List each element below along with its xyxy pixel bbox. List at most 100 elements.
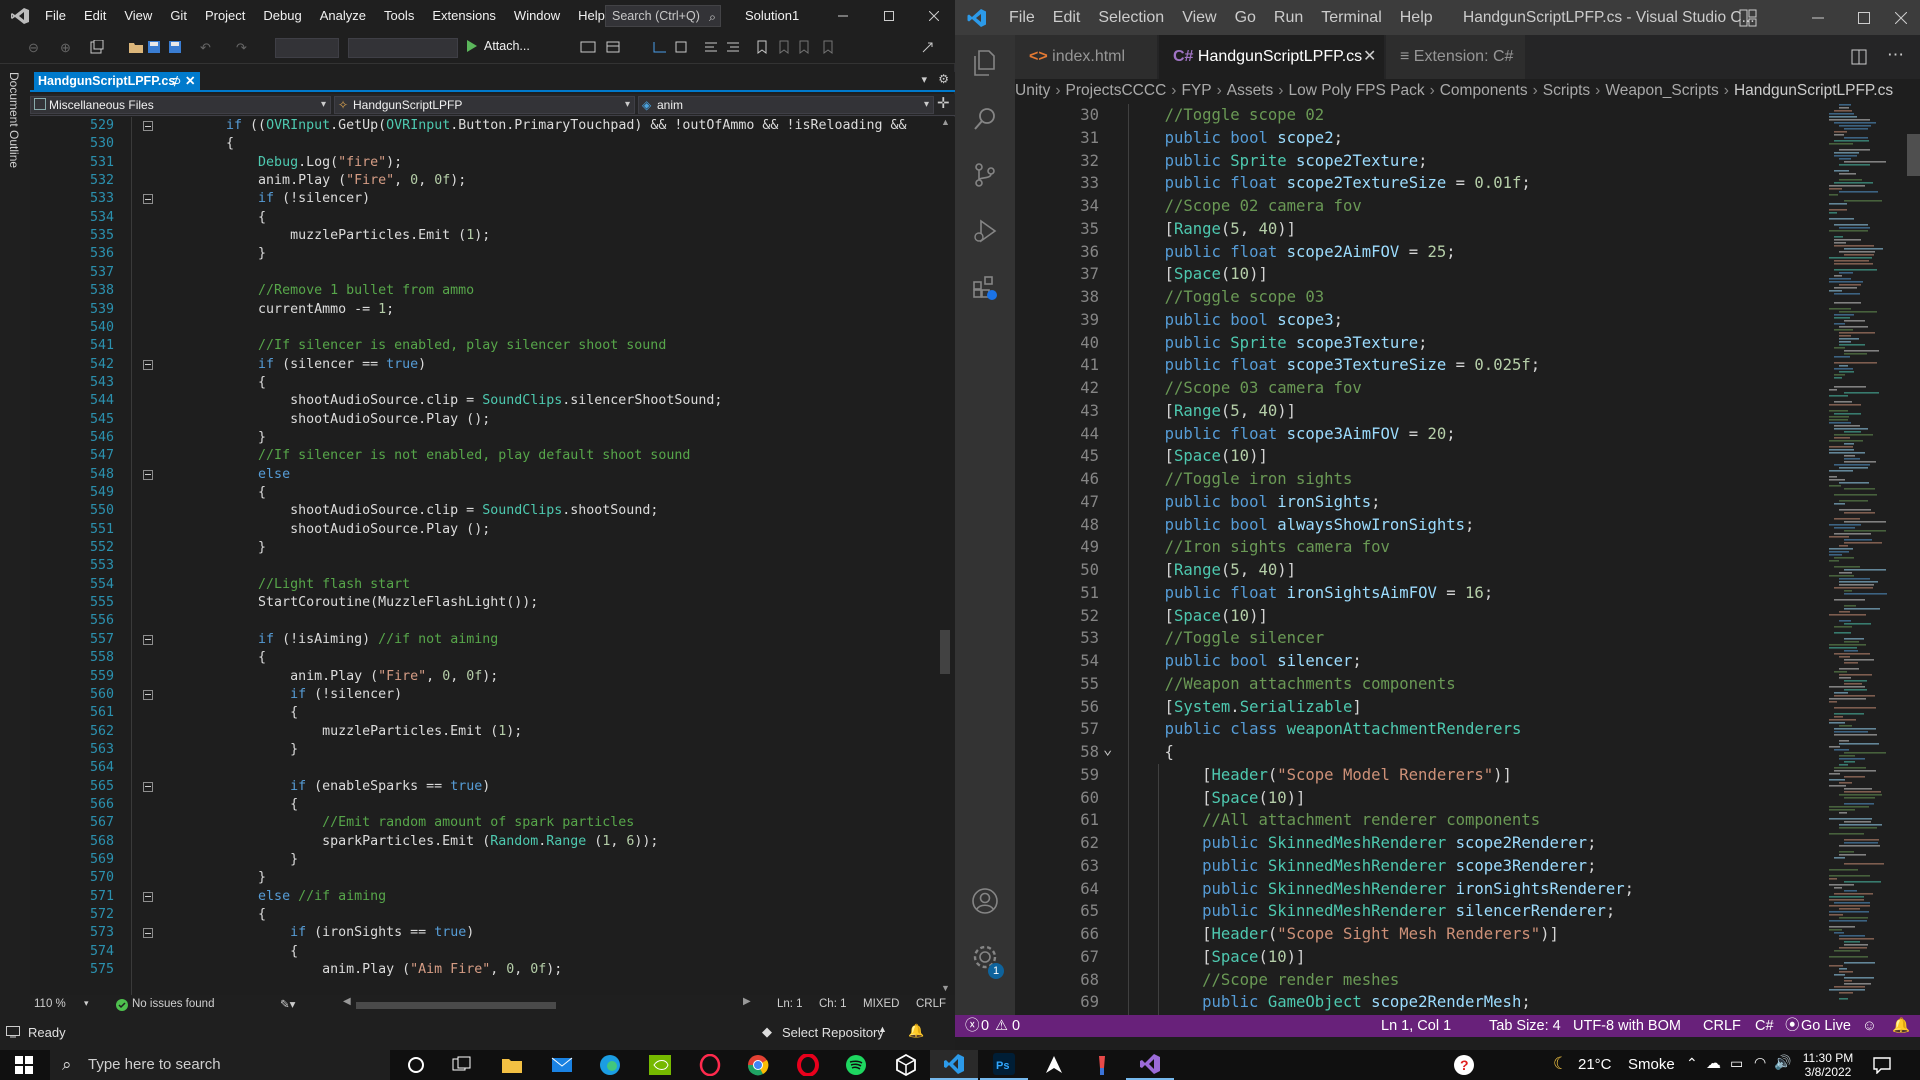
bookmark-toggle-icon[interactable] <box>674 40 688 54</box>
split-editor-icon[interactable] <box>1851 49 1867 65</box>
tab-handgunscript[interactable]: HandgunScriptLPFP.cs ⊅ ✕ <box>34 72 200 91</box>
breadcrumb-item[interactable]: FYP <box>1181 82 1211 99</box>
undo-icon[interactable]: ↶ <box>200 40 211 56</box>
next-bookmark-icon[interactable] <box>798 40 810 54</box>
wifi-icon[interactable]: ◠ <box>1754 1054 1766 1071</box>
taskbar-search-box[interactable]: ⌕ Type here to search <box>50 1050 390 1080</box>
vscode-close-button[interactable] <box>1881 0 1920 36</box>
layout-icon[interactable] <box>606 40 622 54</box>
tab-dropdown-icon[interactable]: ▾ <box>921 73 927 86</box>
explorer-icon[interactable] <box>955 35 1015 91</box>
collapse-toggle-icon[interactable] <box>143 121 153 131</box>
pin-icon[interactable]: ⊅ <box>171 72 181 91</box>
menu-view[interactable]: View <box>1173 0 1225 36</box>
output-icon[interactable] <box>6 1026 20 1038</box>
chrome-icon[interactable] <box>734 1050 782 1080</box>
menu-git[interactable]: Git <box>161 0 196 32</box>
issues-status[interactable]: No issues found <box>132 998 214 1010</box>
type-dropdown[interactable]: ✧ HandgunScriptLPFP ▾ <box>334 96 635 114</box>
menu-go[interactable]: Go <box>1226 0 1265 36</box>
menu-view[interactable]: View <box>115 0 161 32</box>
source-control-icon[interactable] <box>955 147 1015 203</box>
breadcrumb-item[interactable]: Unity <box>1015 82 1050 99</box>
help-icon[interactable]: ? <box>1440 1050 1488 1080</box>
vscode-minimize-button[interactable] <box>1795 0 1841 36</box>
breadcrumb-item[interactable]: Components <box>1440 82 1528 99</box>
cortana-icon[interactable] <box>392 1050 440 1080</box>
menu-analyze[interactable]: Analyze <box>311 0 375 32</box>
vs-code-editor[interactable]: 529 if ((OVRInput.GetUp(OVRInput.Button.… <box>30 117 935 995</box>
menu-selection[interactable]: Selection <box>1089 0 1173 36</box>
search-icon[interactable] <box>955 91 1015 147</box>
cursor-position[interactable]: Ln 1, Col 1 <box>1381 1015 1451 1037</box>
platform-dropdown[interactable] <box>348 38 458 58</box>
mail-icon[interactable] <box>538 1050 586 1080</box>
menu-extensions[interactable]: Extensions <box>423 0 505 32</box>
project-dropdown[interactable]: Miscellaneous Files ▾ <box>30 96 331 114</box>
weather-condition[interactable]: Smoke <box>1628 1056 1675 1073</box>
zoom-level[interactable]: 110 % <box>34 998 66 1010</box>
maximize-button[interactable] <box>866 0 912 32</box>
line-indicator[interactable]: Ln: 1 <box>777 998 803 1010</box>
collapse-toggle-icon[interactable] <box>143 891 153 902</box>
breadcrumb-item[interactable]: Assets <box>1227 82 1274 99</box>
start-button[interactable] <box>0 1050 48 1080</box>
end-of-line[interactable]: CRLF <box>1703 1015 1741 1037</box>
vscode-code-editor[interactable]: 30 //Toggle scope 02 31 public bool scope… <box>1015 104 1805 1015</box>
scroll-down-icon[interactable]: ▼ <box>941 983 950 993</box>
menu-tools[interactable]: Tools <box>375 0 423 32</box>
select-repository[interactable]: Select Repository <box>782 1025 884 1040</box>
prev-bookmark-icon[interactable] <box>778 40 790 54</box>
notification-bell-icon[interactable]: 🔔 <box>908 1023 924 1039</box>
breadcrumb-item[interactable]: Scripts <box>1543 82 1590 99</box>
scroll-left-icon[interactable]: ◀ <box>343 996 351 1007</box>
collapse-toggle-icon[interactable] <box>143 469 153 480</box>
opera-icon[interactable] <box>784 1050 832 1080</box>
menu-edit[interactable]: Edit <box>75 0 115 32</box>
start-play-icon[interactable] <box>466 39 478 53</box>
save-all-icon[interactable] <box>168 40 182 54</box>
photoshop-icon[interactable]: Ps <box>980 1050 1028 1080</box>
redo-icon[interactable]: ↷ <box>236 40 247 56</box>
unity-hub-icon[interactable] <box>1030 1050 1078 1080</box>
browser-link-icon[interactable] <box>580 40 596 54</box>
warning-icon[interactable]: ⚠ <box>995 1015 1008 1037</box>
close-tab-icon[interactable]: ✕ <box>185 72 195 91</box>
collapse-toggle-icon[interactable] <box>143 359 153 370</box>
scroll-up-icon[interactable]: ▲ <box>941 117 950 127</box>
file-explorer-icon[interactable] <box>488 1050 536 1080</box>
nvidia-icon[interactable] <box>636 1050 684 1080</box>
collapse-toggle-icon[interactable] <box>143 781 153 792</box>
more-actions-icon[interactable]: ⋯ <box>1887 45 1904 65</box>
error-icon[interactable]: ⓧ <box>965 1015 980 1037</box>
vs-vertical-scrollbar[interactable]: ▲ ▼ <box>935 117 955 995</box>
chevron-down-icon[interactable]: ⌄ <box>1103 738 1112 761</box>
volume-icon[interactable]: 🔊 <box>1774 1054 1791 1071</box>
layout-customize-icon[interactable] <box>1739 9 1757 27</box>
uncomment-icon[interactable] <box>726 40 740 54</box>
live-share-icon[interactable] <box>920 40 936 54</box>
paint-icon[interactable] <box>1078 1050 1126 1080</box>
menu-file[interactable]: File <box>1000 0 1044 36</box>
tab-size[interactable]: Tab Size: 4 <box>1489 1015 1561 1037</box>
vscode-scrollbar-thumb[interactable] <box>1907 134 1920 176</box>
breadcrumb-item[interactable]: HandgunScriptLPFP.cs <box>1734 82 1893 99</box>
vs-search-box[interactable]: Search (Ctrl+Q) ⌕ <box>605 5 721 27</box>
run-debug-icon[interactable] <box>955 203 1015 259</box>
visual-studio-taskbar-icon[interactable] <box>1126 1050 1174 1080</box>
task-view-icon[interactable] <box>438 1050 486 1080</box>
forward-icon[interactable]: ⊕ <box>60 40 71 56</box>
warning-count[interactable]: 0 <box>1012 1015 1020 1037</box>
menu-run[interactable]: Run <box>1265 0 1312 36</box>
code-cleanup-icon[interactable]: ✎▾ <box>280 997 295 1011</box>
save-icon[interactable] <box>147 40 161 54</box>
action-center-icon[interactable] <box>1872 1056 1892 1074</box>
tab-extension-csharp[interactable]: ≡ Extension: C# <box>1386 35 1526 79</box>
tab-handgunscript[interactable]: C# HandgunScriptLPFP.cs ✕ <box>1159 35 1385 79</box>
attach-button[interactable]: Attach... <box>484 39 530 53</box>
scrollbar-thumb[interactable] <box>940 630 950 674</box>
menu-window[interactable]: Window <box>505 0 569 32</box>
minimap[interactable] <box>1825 104 1920 1015</box>
back-icon[interactable]: ⊖ <box>28 40 39 56</box>
notifications-icon[interactable]: 🔔 <box>1892 1015 1910 1037</box>
